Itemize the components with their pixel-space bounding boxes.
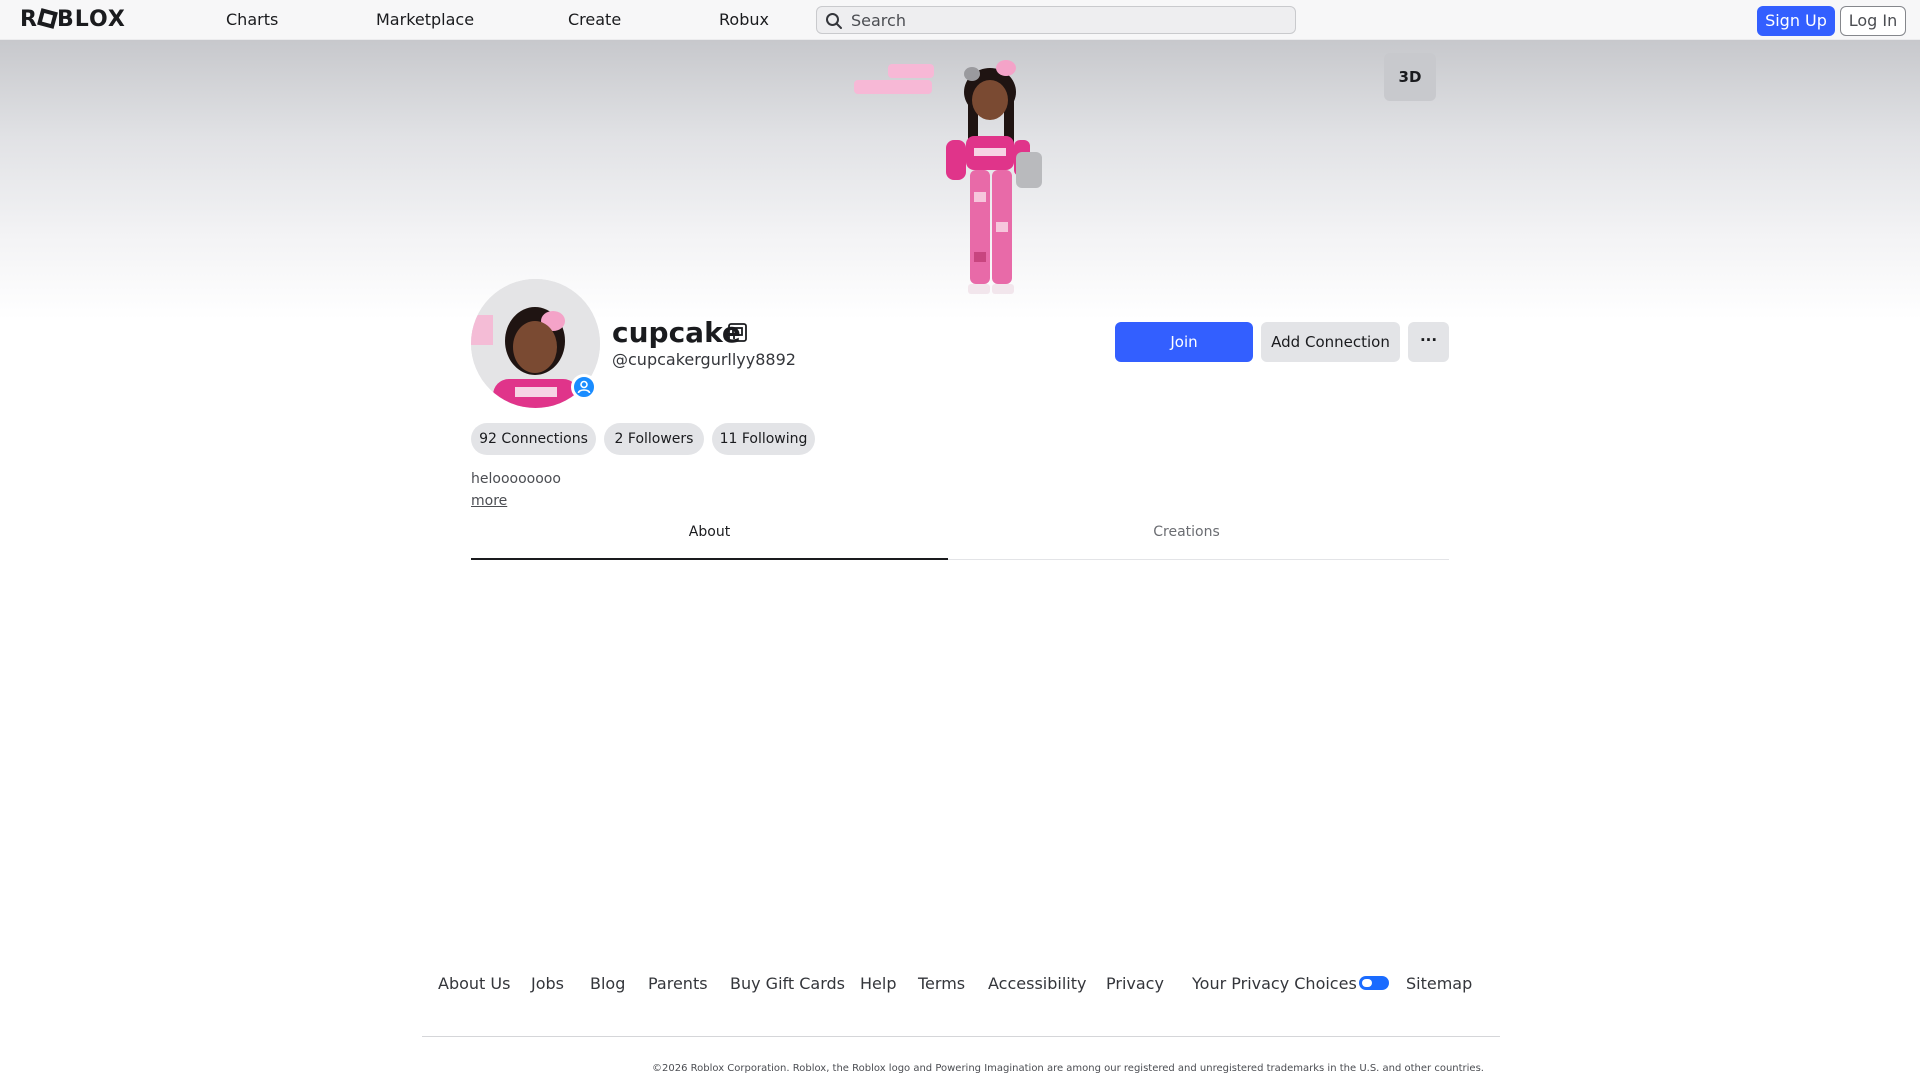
profile-tabs: About Creations bbox=[471, 518, 1449, 560]
privacy-choices-label: Your Privacy Choices bbox=[1192, 974, 1357, 993]
footer-parents[interactable]: Parents bbox=[648, 974, 708, 993]
nav-charts[interactable]: Charts bbox=[226, 10, 278, 29]
premium-badge-icon bbox=[728, 323, 747, 342]
connections-count[interactable]: 92 Connections bbox=[471, 423, 596, 455]
search-icon bbox=[826, 13, 842, 29]
nav-create[interactable]: Create bbox=[568, 10, 621, 29]
footer-privacy-choices[interactable]: Your Privacy Choices bbox=[1192, 974, 1389, 993]
3d-toggle-button[interactable]: 3D bbox=[1384, 53, 1436, 101]
footer-help[interactable]: Help bbox=[860, 974, 896, 993]
add-connection-button[interactable]: Add Connection bbox=[1261, 322, 1400, 362]
display-name: cupcake bbox=[612, 316, 741, 349]
more-options-button[interactable]: ··· bbox=[1408, 322, 1449, 362]
presence-indicator bbox=[571, 374, 597, 400]
login-button[interactable]: Log In bbox=[1840, 6, 1906, 36]
search-box[interactable] bbox=[816, 6, 1296, 34]
nav-marketplace[interactable]: Marketplace bbox=[376, 10, 474, 29]
sticker-bubble bbox=[854, 80, 932, 94]
footer-accessibility[interactable]: Accessibility bbox=[988, 974, 1086, 993]
footer-sitemap[interactable]: Sitemap bbox=[1406, 974, 1472, 993]
followers-count[interactable]: 2 Followers bbox=[604, 423, 704, 455]
user-icon bbox=[577, 380, 591, 394]
sticker-bubble bbox=[888, 64, 934, 78]
footer-blog[interactable]: Blog bbox=[590, 974, 625, 993]
profile-bio: heloooooooo bbox=[471, 471, 561, 487]
signup-button[interactable]: Sign Up bbox=[1757, 6, 1835, 36]
footer-about-us[interactable]: About Us bbox=[438, 974, 510, 993]
copyright-text: ©2026 Roblox Corporation. Roblox, the Ro… bbox=[0, 1063, 1920, 1074]
username: @cupcakergurllyy8892 bbox=[612, 350, 796, 369]
nav-robux[interactable]: Robux bbox=[719, 10, 769, 29]
avatar-3d-render[interactable] bbox=[850, 52, 1050, 304]
bio-more-link[interactable]: more bbox=[471, 493, 507, 509]
tab-creations[interactable]: Creations bbox=[948, 518, 1425, 560]
footer-buy-gift-cards[interactable]: Buy Gift Cards bbox=[730, 974, 845, 993]
footer-divider bbox=[422, 1036, 1500, 1037]
search-input[interactable] bbox=[851, 10, 1281, 30]
footer-terms[interactable]: Terms bbox=[918, 974, 965, 993]
roblox-logo[interactable]: R BLOX bbox=[20, 7, 126, 32]
privacy-choices-icon bbox=[1358, 976, 1389, 990]
footer-jobs[interactable]: Jobs bbox=[531, 974, 564, 993]
following-count[interactable]: 11 Following bbox=[712, 423, 815, 455]
copyright-label: ©2026 Roblox Corporation. Roblox, the Ro… bbox=[652, 1063, 1484, 1074]
top-nav: RBLOX Charts Marketplace Create Robux Si… bbox=[0, 0, 1920, 40]
tab-about[interactable]: About bbox=[471, 518, 948, 560]
join-button[interactable]: Join bbox=[1115, 322, 1253, 362]
footer-privacy[interactable]: Privacy bbox=[1106, 974, 1164, 993]
